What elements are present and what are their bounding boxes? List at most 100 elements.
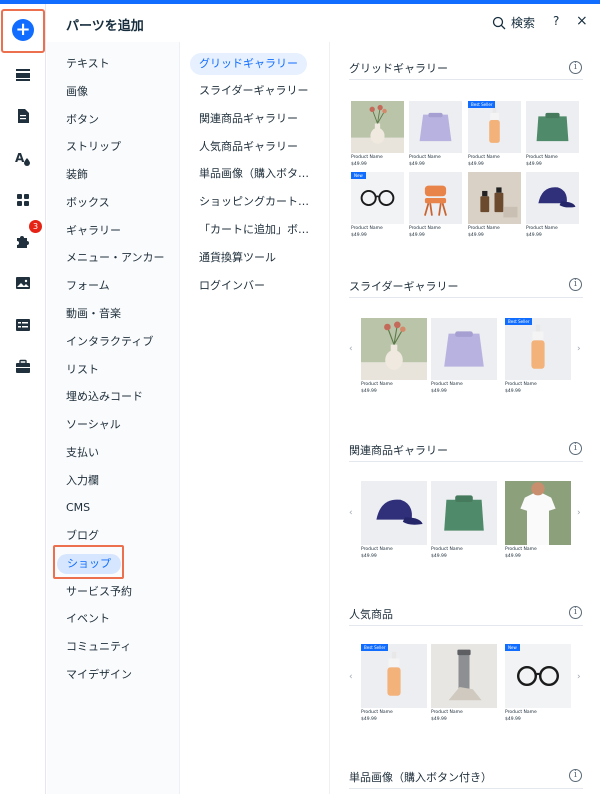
product-image [361,318,427,380]
product-name: Product Name [505,382,537,387]
search-button[interactable]: 検索 [492,14,535,31]
category-item[interactable]: テキスト [66,56,110,72]
left-rail: + A 3 [0,4,46,794]
product-price: $49.99 [361,717,377,722]
product-image [431,481,497,545]
product-name: Product Name [505,547,537,552]
subcategory-item[interactable]: 人気商品ギャラリー [199,139,311,155]
product-name: Product Name [431,710,463,715]
design-button[interactable]: A [8,143,38,173]
product-price: $49.99 [409,233,425,238]
notification-badge: 3 [29,220,42,233]
category-item[interactable]: フォーム [66,278,110,294]
plus-icon: + [12,19,34,41]
product-image [409,101,462,153]
product-name: Product Name [526,226,558,231]
product-price: $49.99 [505,389,521,394]
product-name: Product Name [409,155,441,160]
product-name: Product Name [351,155,383,160]
category-item[interactable]: 支払い [66,445,99,461]
category-item[interactable]: 入力欄 [66,473,99,489]
svg-text:A: A [15,151,25,165]
subcategory-item[interactable]: 関連商品ギャラリー [199,111,311,127]
category-item[interactable]: イベント [66,611,110,627]
product-price: $49.99 [351,162,367,167]
app-market-button[interactable]: 3 [8,220,42,256]
product-image [431,644,497,708]
category-item[interactable]: サービス予約 [66,584,132,600]
subcategory-item[interactable]: ログインバー [199,278,311,294]
shop-category-highlight [53,545,124,579]
product-price: $49.99 [431,717,447,722]
product-image: Best Seller [361,644,427,708]
chevron-right-icon[interactable]: › [577,508,581,518]
product-badge: Best Seller [505,318,533,325]
sections-button[interactable] [8,60,38,90]
divider [349,788,583,789]
product-price: $49.99 [431,389,447,394]
chevron-left-icon[interactable]: ‹ [349,508,353,518]
category-item[interactable]: 埋め込みコード [66,389,143,405]
category-item[interactable]: ストリップ [66,139,121,155]
category-item[interactable]: ボックス [66,195,110,211]
chevron-right-icon[interactable]: › [577,672,581,682]
product-name: Product Name [361,547,393,552]
info-icon[interactable]: i [569,278,582,291]
section-title-slider: スライダーギャラリー [349,280,459,293]
product-price: $49.99 [409,162,425,167]
category-item[interactable]: ソーシャル [66,417,121,433]
product-name: Product Name [468,155,500,160]
category-item[interactable]: ボタン [66,112,99,128]
category-item[interactable]: マイデザイン [66,667,132,683]
category-list: テキスト画像ボタンストリップ装飾ボックスギャラリーメニュー・アンカー フォーム動画… [47,42,180,794]
section-title-popular: 人気商品 [349,608,393,621]
category-item[interactable]: リスト [66,362,99,378]
puzzle-icon [17,236,29,248]
help-button[interactable]: ? [553,14,559,28]
subcategory-item[interactable]: グリッドギャラリー [190,53,307,75]
apps-button[interactable] [8,185,38,215]
divider [349,625,583,626]
product-price: $49.99 [361,554,377,559]
add-elements-button[interactable]: + [8,15,38,45]
close-button[interactable]: × [576,13,588,29]
media-button[interactable] [8,268,38,298]
info-icon[interactable]: i [569,606,582,619]
chevron-left-icon[interactable]: ‹ [349,344,353,354]
subcategory-item[interactable]: 通貨換算ツール [199,250,311,266]
category-item[interactable]: ギャラリー [66,223,121,239]
category-item[interactable]: インタラクティブ [66,334,153,350]
subcategory-item[interactable]: ショッピングカートアイコン [199,194,311,210]
subcategory-item[interactable]: スライダーギャラリー [199,83,311,99]
info-icon[interactable]: i [569,769,582,782]
category-item[interactable]: ブログ [66,528,99,544]
product-image: New [351,172,404,224]
product-name: Product Name [468,226,500,231]
subcategory-item[interactable]: 「カートに追加」ボタン [199,222,311,238]
product-name: Product Name [431,382,463,387]
category-item[interactable]: 装飾 [66,167,88,183]
sections-icon [16,69,30,81]
product-price: $49.99 [468,162,484,167]
product-name: Product Name [431,547,463,552]
info-icon[interactable]: i [569,61,582,74]
subcategory-item[interactable]: 単品画像（購入ボタン付き） [199,166,311,182]
product-image [526,172,579,224]
chevron-left-icon[interactable]: ‹ [349,672,353,682]
divider [349,461,583,462]
table-icon [16,319,30,331]
category-item[interactable]: コミュニティ [66,639,131,655]
briefcase-icon [16,359,30,373]
product-name: Product Name [526,155,558,160]
category-item[interactable]: CMS [66,500,90,516]
category-item[interactable]: メニュー・アンカー [66,250,165,266]
product-badge: Best Seller [468,101,496,108]
panel-header: パーツを追加 検索 ? × [46,4,600,42]
category-item[interactable]: 画像 [66,84,88,100]
cms-button[interactable] [8,310,38,340]
info-icon[interactable]: i [569,442,582,455]
pages-button[interactable] [8,101,38,131]
category-item[interactable]: 動画・音楽 [66,306,121,322]
chevron-right-icon[interactable]: › [577,344,581,354]
business-button[interactable] [8,352,38,382]
